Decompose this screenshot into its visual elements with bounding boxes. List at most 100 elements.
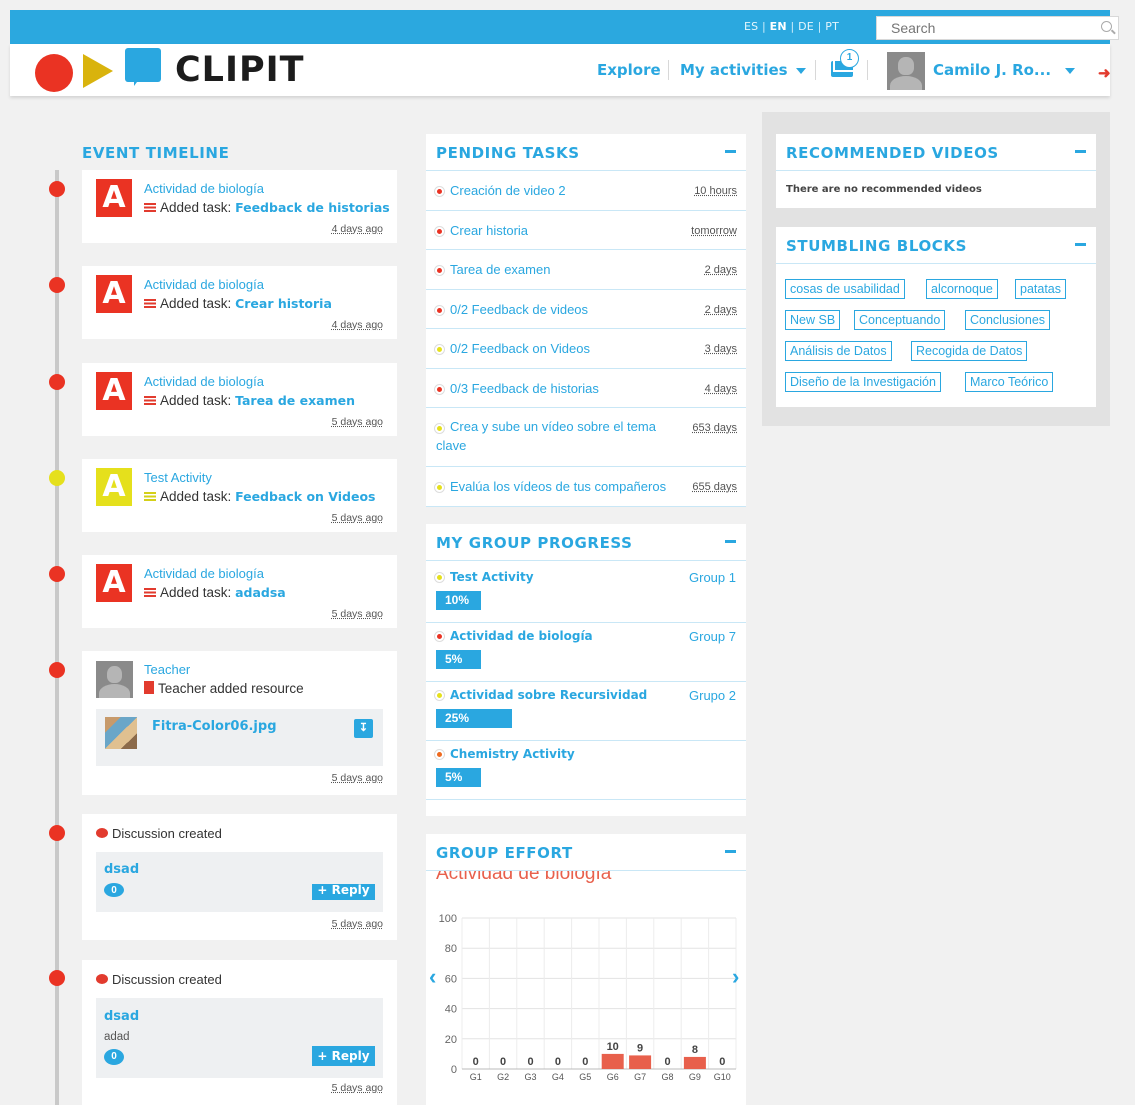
group-progress-row: Chemistry Activity 5% [426,741,746,800]
group-progress-row: Actividad sobre Recursividad Grupo 2 25% [426,682,746,741]
task-name[interactable]: Crear historia [450,223,528,238]
task-row[interactable]: Evalúa los vídeos de tus compañeros 655 d… [426,467,746,507]
activity-icon[interactable]: A [96,179,132,217]
status-dot [435,691,444,700]
activity-name[interactable]: Actividad de biología [144,566,264,581]
search-input[interactable] [891,20,1091,36]
discussion-box: dsad 0 + Reply [96,852,383,912]
activity-name[interactable]: Test Activity [144,470,212,485]
tag[interactable]: Diseño de la Investigación [785,372,941,392]
task-link[interactable]: adadsa [235,585,286,600]
group-progress-row: Test Activity Group 1 10% [426,564,746,623]
collapse-icon[interactable] [725,850,736,853]
activity-name[interactable]: Test Activity [450,570,534,584]
data-label: 0 [582,1056,588,1068]
data-label: 10 [607,1041,619,1053]
activity-name[interactable]: Actividad de biología [144,374,264,389]
logo-text[interactable]: CLIPIT [175,50,305,90]
collapse-icon[interactable] [1075,150,1086,153]
timeline-dot [49,566,65,582]
task-name[interactable]: 0/3 Feedback de historias [450,381,599,396]
lang-de[interactable]: DE [798,20,814,33]
tag[interactable]: New SB [785,310,841,330]
task-name[interactable]: Tarea de examen [450,262,550,277]
collapse-icon[interactable] [725,150,736,153]
status-dot [435,187,444,196]
chart-prev-arrow[interactable]: ‹ [429,964,436,990]
download-icon[interactable]: ↧ [354,719,373,738]
reply-button[interactable]: + Reply [312,1046,375,1066]
collapse-icon[interactable] [1075,243,1086,246]
task-added-prefix: Added task: [160,200,232,215]
discussion-body: adad [104,1031,130,1043]
reply-button[interactable]: + Reply [312,884,375,900]
comment-count-icon[interactable]: 0 [104,883,124,897]
activity-name[interactable]: Chemistry Activity [450,747,575,761]
y-tick-label: 0 [451,1064,457,1076]
task-row[interactable]: 0/2 Feedback on Videos 3 days [426,329,746,369]
file-name[interactable]: Fitra-Color06.jpg [152,719,277,734]
activity-icon[interactable]: A [96,275,132,313]
user-avatar[interactable] [887,52,925,90]
discussion-title[interactable]: dsad [104,1009,139,1024]
lang-pt[interactable]: PT [825,20,839,33]
activity-name[interactable]: Actividad sobre Recursividad [450,688,647,702]
stumbling-blocks-panel: STUMBLING BLOCKS cosas de usabilidad alc… [776,227,1096,407]
resource-user[interactable]: Teacher [144,662,190,677]
activity-icon[interactable]: A [96,564,132,602]
search-icon[interactable] [1101,21,1112,32]
nav-explore[interactable]: Explore [597,61,661,79]
task-name[interactable]: 0/2 Feedback de videos [450,302,588,317]
tag[interactable]: Análisis de Datos [785,341,892,361]
group-name[interactable]: Grupo 2 [689,688,736,703]
task-name[interactable]: 0/2 Feedback on Videos [450,341,590,356]
activity-icon[interactable]: A [96,372,132,410]
nav-my-activities[interactable]: My activities [680,61,806,79]
x-tick-label: G3 [524,1072,536,1082]
group-name[interactable]: Group 1 [689,570,736,585]
tag[interactable]: Conclusiones [965,310,1051,330]
task-link[interactable]: Tarea de examen [235,393,355,408]
task-row[interactable]: 0/3 Feedback de historias 4 days [426,369,746,408]
file-thumbnail[interactable] [105,717,137,749]
tag[interactable]: Conceptuando [854,310,946,330]
task-row[interactable]: Crear historia tomorrow [426,211,746,250]
task-link[interactable]: Crear historia [235,296,332,311]
task-link[interactable]: Feedback on Videos [235,489,375,504]
task-row[interactable]: Creación de video 2 10 hours [426,171,746,211]
task-row[interactable]: 0/2 Feedback de videos 2 days [426,290,746,329]
activity-name[interactable]: Actividad de biología [144,181,264,196]
timeline-card-discussion: Discussion created dsad adad 0 + Reply 5… [82,960,397,1105]
task-row[interactable]: Crea y sube un vídeo sobre el tema clave… [426,408,746,467]
tag[interactable]: cosas de usabilidad [785,279,905,299]
group-name[interactable]: Group 7 [689,629,736,644]
activity-name[interactable]: Actividad de biología [144,277,264,292]
discussion-created-label: Discussion created [112,972,222,987]
lang-en[interactable]: EN [770,20,787,33]
tag[interactable]: alcornoque [926,279,998,299]
tag[interactable]: Marco Teórico [965,372,1054,392]
task-name[interactable]: Evalúa los vídeos de tus compañeros [450,479,666,494]
task-row[interactable]: Tarea de examen 2 days [426,250,746,290]
tag[interactable]: patatas [1015,279,1067,299]
divider [426,560,746,561]
task-link[interactable]: Feedback de historias [235,200,390,215]
task-due: 2 days [704,303,737,316]
group-effort-title: GROUP EFFORT [436,844,573,862]
activity-name[interactable]: Actividad de biología [450,629,593,643]
user-menu[interactable]: Camilo J. Ro... [933,61,1076,79]
task-name[interactable]: Creación de video 2 [450,183,566,198]
activity-icon[interactable]: A [96,468,132,506]
chart-next-arrow[interactable]: › [732,964,739,990]
timeline-card-activity: A Actividad de biología Added task: Crear … [82,266,397,339]
comment-count-icon[interactable]: 0 [104,1049,124,1065]
task-added: Added task: Feedback de historias [144,200,390,215]
tag[interactable]: Recogida de Datos [911,341,1028,361]
lang-es[interactable]: ES [744,20,758,33]
resource-text: Teacher added resource [144,681,304,696]
collapse-icon[interactable] [725,540,736,543]
discussion-title[interactable]: dsad [104,862,139,877]
status-dot [435,384,444,394]
task-name[interactable]: Crea y sube un vídeo sobre el tema clave [436,417,671,455]
logout-icon[interactable]: ➜ [1098,64,1111,82]
